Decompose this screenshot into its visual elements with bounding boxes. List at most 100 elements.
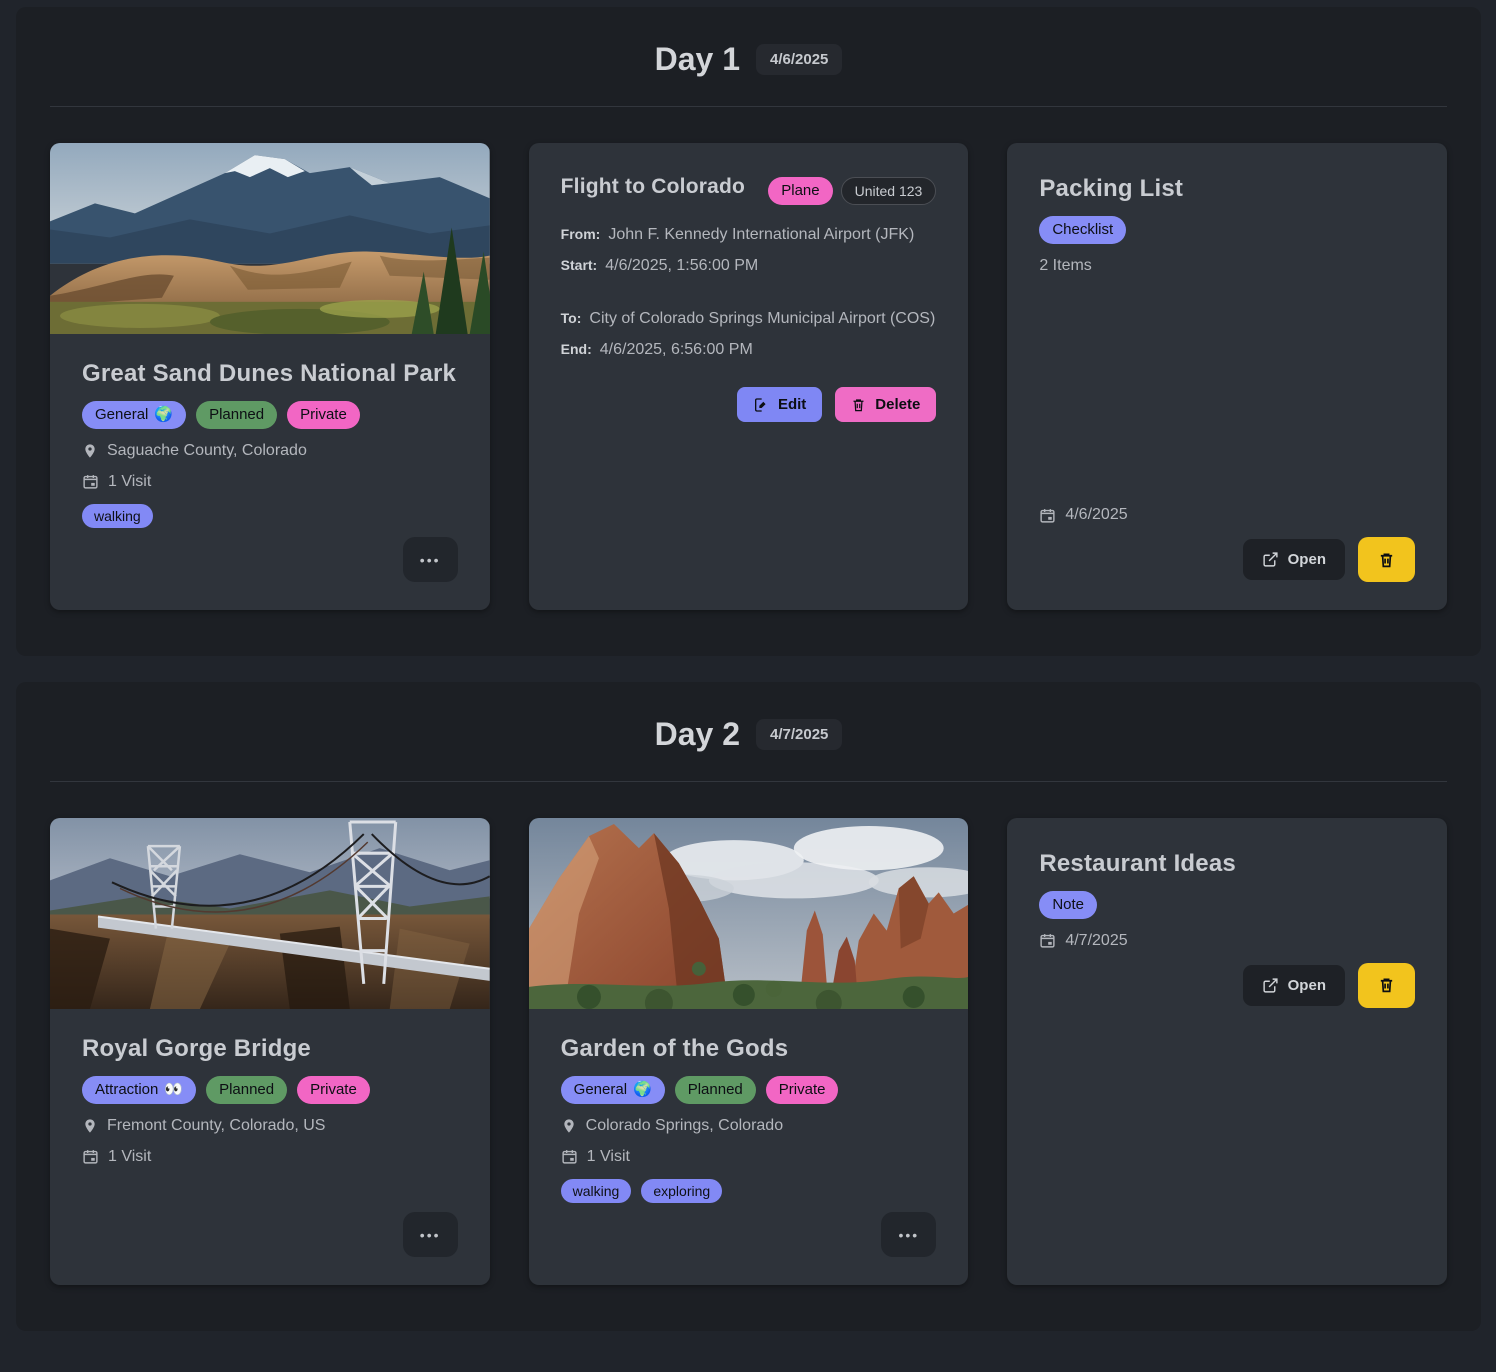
calendar-icon [1039, 507, 1056, 524]
day-2-header: Day 2 4/7/2025 [50, 682, 1447, 753]
place-card-body: Royal Gorge Bridge Attraction👀 Planned P… [50, 1009, 490, 1285]
checklist-actions: Open [1039, 537, 1415, 582]
checklist-card: Packing List Checklist 2 Items 4/6/2025 … [1007, 143, 1447, 610]
edit-button[interactable]: Edit [737, 387, 822, 422]
note-card: Restaurant Ideas Note 4/7/2025 Open [1007, 818, 1447, 1285]
location-pin-icon [561, 1117, 577, 1135]
open-external-icon [1262, 977, 1279, 994]
visibility-badge: Private [766, 1076, 839, 1104]
trash-icon [1378, 551, 1395, 569]
trash-icon [1378, 976, 1395, 994]
note-badges: Note [1039, 891, 1415, 919]
location-row: Fremont County, Colorado, US [82, 1117, 458, 1135]
place-title: Great Sand Dunes National Park [82, 360, 458, 388]
end-line: End: 4/6/2025, 6:56:00 PM [561, 341, 937, 359]
place-card-great-sand-dunes: Great Sand Dunes National Park General🌍 … [50, 143, 490, 610]
category-badge: Attraction👀 [82, 1076, 196, 1104]
great-sand-dunes-photo [50, 143, 490, 334]
tag-badge: walking [82, 504, 153, 528]
note-date-row: 4/7/2025 [1039, 932, 1415, 950]
place-title: Garden of the Gods [561, 1035, 937, 1063]
trash-icon [851, 397, 866, 413]
start-label: Start: [561, 257, 598, 273]
flight-card: Flight to Colorado Plane United 123 From… [529, 143, 969, 610]
day-1-section: Day 1 4/6/2025 [16, 7, 1481, 656]
location-text: Saguache County, Colorado [107, 442, 307, 460]
place-badges: Attraction👀 Planned Private [82, 1076, 458, 1104]
flight-title: Flight to Colorado [561, 175, 745, 199]
visibility-badge: Private [297, 1076, 370, 1104]
flight-badges: Plane United 123 [768, 177, 936, 205]
location-pin-icon [82, 442, 98, 460]
checklist-badges: Checklist [1039, 216, 1415, 244]
checklist-date: 4/6/2025 [1065, 506, 1127, 524]
visits-row: 1 Visit [82, 1148, 458, 1166]
location-pin-icon [82, 1117, 98, 1135]
card-menu-button[interactable]: ••• [403, 537, 458, 582]
end-label: End: [561, 341, 592, 357]
category-badge: General🌍 [82, 401, 186, 429]
tag-badge: walking [561, 1179, 632, 1203]
from-label: From: [561, 226, 601, 242]
place-card-royal-gorge-bridge: Royal Gorge Bridge Attraction👀 Planned P… [50, 818, 490, 1285]
place-card-body: Great Sand Dunes National Park General🌍 … [50, 334, 490, 610]
calendar-icon [1039, 932, 1056, 949]
checklist-type-badge: Checklist [1039, 216, 1126, 244]
from-value: John F. Kennedy International Airport (J… [608, 226, 914, 243]
visibility-badge: Private [287, 401, 360, 429]
transport-type-badge: Plane [768, 177, 832, 205]
start-value: 4/6/2025, 1:56:00 PM [605, 257, 758, 274]
place-badges: General🌍 Planned Private [82, 401, 458, 429]
from-line: From: John F. Kennedy International Airpo… [561, 226, 937, 244]
end-value: 4/6/2025, 6:56:00 PM [600, 341, 753, 358]
visits-row: 1 Visit [561, 1148, 937, 1166]
flight-actions: Edit Delete [561, 387, 937, 422]
spacer [1039, 288, 1415, 494]
delete-button[interactable]: Delete [835, 387, 936, 422]
day-date-badge: 4/7/2025 [756, 719, 842, 750]
globe-icon: 🌍 [154, 405, 173, 425]
checklist-card-body: Packing List Checklist 2 Items 4/6/2025 … [1007, 143, 1447, 610]
location-row: Colorado Springs, Colorado [561, 1117, 937, 1135]
delete-note-button[interactable] [1358, 963, 1415, 1008]
calendar-icon [82, 473, 99, 490]
start-line: Start: 4/6/2025, 1:56:00 PM [561, 257, 937, 275]
departure-details: From: John F. Kennedy International Airpo… [561, 226, 937, 275]
arrival-details: To:City of Colorado Springs Municipal Ai… [561, 310, 937, 359]
checklist-title: Packing List [1039, 175, 1415, 203]
note-actions: Open [1039, 963, 1415, 1008]
open-button[interactable]: Open [1243, 965, 1345, 1006]
garden-of-the-gods-photo [529, 818, 969, 1009]
to-line: To:City of Colorado Springs Municipal Ai… [561, 310, 937, 328]
day-1-header: Day 1 4/6/2025 [50, 7, 1447, 78]
open-external-icon [1262, 551, 1279, 568]
flight-card-body: Flight to Colorado Plane United 123 From… [529, 143, 969, 610]
visits-text: 1 Visit [587, 1148, 630, 1166]
day-2-cards: Royal Gorge Bridge Attraction👀 Planned P… [50, 818, 1447, 1285]
day-1-cards: Great Sand Dunes National Park General🌍 … [50, 143, 1447, 610]
open-button[interactable]: Open [1243, 539, 1345, 580]
tag-row: walking [82, 504, 458, 528]
royal-gorge-bridge-photo [50, 818, 490, 1009]
card-menu-button[interactable]: ••• [881, 1212, 936, 1257]
delete-checklist-button[interactable] [1358, 537, 1415, 582]
place-title: Royal Gorge Bridge [82, 1035, 458, 1063]
tag-badge: exploring [641, 1179, 722, 1203]
note-title: Restaurant Ideas [1039, 850, 1415, 878]
calendar-icon [561, 1148, 578, 1165]
day-divider [50, 106, 1447, 107]
flight-header: Flight to Colorado Plane United 123 [561, 175, 937, 205]
globe-icon: 🌍 [633, 1080, 652, 1100]
location-text: Colorado Springs, Colorado [586, 1117, 783, 1135]
visits-text: 1 Visit [108, 473, 151, 491]
day-title: Day 1 [655, 41, 740, 78]
edit-icon [753, 397, 769, 413]
item-count: 2 Items [1039, 257, 1415, 275]
day-title: Day 2 [655, 716, 740, 753]
flight-number-badge: United 123 [841, 177, 937, 205]
note-type-badge: Note [1039, 891, 1097, 919]
visits-row: 1 Visit [82, 473, 458, 491]
category-badge: General🌍 [561, 1076, 665, 1104]
card-menu-button[interactable]: ••• [403, 1212, 458, 1257]
note-card-body: Restaurant Ideas Note 4/7/2025 Open [1007, 818, 1447, 1285]
